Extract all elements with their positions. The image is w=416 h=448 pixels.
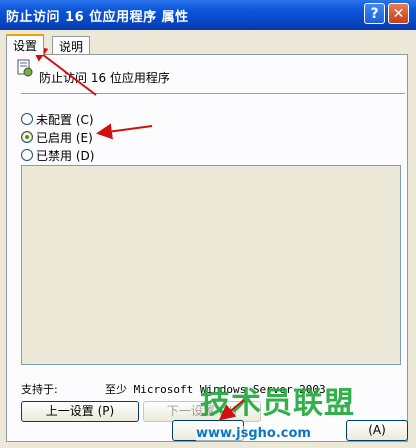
previous-setting-button[interactable]: 上一设置 (P) — [21, 401, 139, 422]
help-button[interactable]: ? — [364, 3, 385, 24]
option-label: 未配置 (C) — [36, 112, 94, 127]
window-title: 防止访问 16 位应用程序 属性 — [6, 10, 189, 25]
settings-content-area — [21, 165, 401, 365]
option-enabled[interactable]: 已启用 (E) — [21, 129, 93, 145]
watermark-url: www.jsgho.com — [196, 426, 311, 441]
option-disabled[interactable]: 已禁用 (D) — [21, 147, 94, 163]
tab-explain[interactable]: 说明 — [52, 36, 91, 54]
policy-settings-icon — [17, 59, 33, 77]
option-not-configured[interactable]: 未配置 (C) — [21, 111, 94, 127]
watermark-logo: 技术员联盟 — [200, 386, 355, 421]
option-label: 已禁用 (D) — [36, 148, 95, 163]
apply-button[interactable]: (A) — [346, 420, 408, 441]
divider — [21, 93, 405, 95]
radio-enabled[interactable] — [21, 131, 33, 143]
close-button[interactable]: ✕ — [388, 3, 409, 24]
title-bar: 防止访问 16 位应用程序 属性 ? ✕ — [0, 0, 416, 30]
radio-not-configured[interactable] — [21, 113, 33, 125]
tab-settings[interactable]: 设置 — [6, 34, 45, 55]
option-label: 已启用 (E) — [36, 130, 93, 145]
support-label: 支持于: — [21, 383, 58, 396]
policy-name: 防止访问 16 位应用程序 — [39, 71, 170, 85]
radio-disabled[interactable] — [21, 149, 33, 161]
